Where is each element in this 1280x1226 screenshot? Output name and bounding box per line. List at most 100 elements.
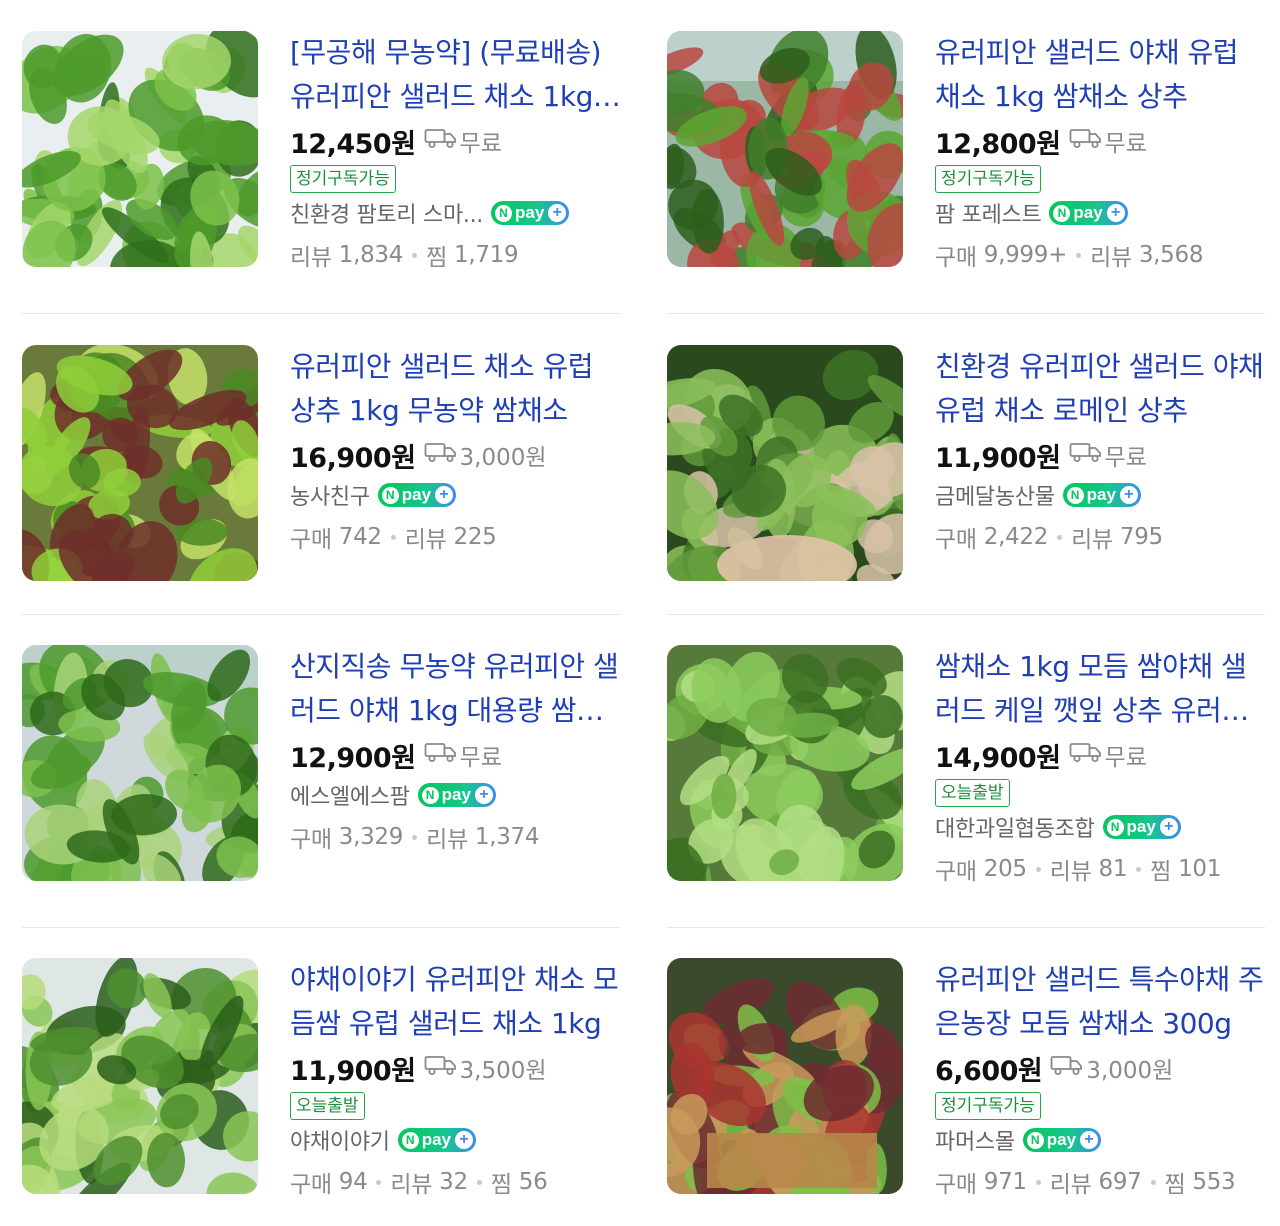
product-card[interactable]: 야채이야기 유러피안 채소 모듬쌈 유럽 샐러드 채소 1kg 11,900원 3,… [22, 958, 620, 1208]
product-card[interactable]: 유러피안 샐러드 채소 유럽 상추 1kg 무농약 쌈채소 16,900원 3,00… [22, 345, 620, 615]
stat-value: 3,568 [1138, 242, 1204, 268]
separator-dot [412, 834, 418, 840]
product-image[interactable] [22, 645, 258, 881]
truck-icon [424, 740, 460, 770]
stat-value: 697 [1098, 1169, 1142, 1195]
seller-name[interactable]: 파머스몰 [935, 1124, 1015, 1156]
product-card[interactable]: 유러피안 샐러드 야채 유럽 채소 1kg 쌈채소 상추 12,800원 무료 정기구… [667, 31, 1265, 314]
product-info: 유러피안 샐러드 야채 유럽 채소 1kg 쌈채소 상추 12,800원 무료 정기구… [935, 31, 1271, 277]
stat-value: 94 [338, 1169, 368, 1195]
product-info: 쌈채소 1kg 모듬 쌈야채 샐러드 케일 깻잎 상추 유러피안 14,900원 무… [935, 645, 1271, 891]
stat-value: 1,374 [474, 824, 540, 850]
stat-value: 56 [518, 1169, 548, 1195]
separator-dot [1076, 252, 1082, 258]
npay-n-icon: N [1106, 818, 1124, 836]
stat-label: 리뷰 [1090, 245, 1132, 271]
product-image[interactable] [667, 958, 903, 1194]
product-price: 16,900원 [290, 442, 416, 474]
separator-dot [390, 534, 396, 540]
product-info: 유러피안 샐러드 채소 유럽 상추 1kg 무농약 쌈채소 16,900원 3,00… [290, 345, 626, 559]
shipping-info: 3,000원 [424, 438, 547, 472]
product-card[interactable]: [무공해 무농약] (무료배송) 유러피안 샐러드 채소 1kg 쌈채소12,4… [22, 31, 620, 314]
product-title[interactable]: 유러피안 샐러드 특수야채 주은농장 모듬 쌈채소 300g [935, 958, 1271, 1046]
product-stats: 구매 205 리뷰 81 찜 101 [935, 847, 1271, 891]
shipping-info: 무료 [1069, 738, 1147, 772]
product-badge: 정기구독가능 [290, 165, 396, 193]
seller-row: 팜 포레스트 Npay + [935, 193, 1271, 233]
seller-name[interactable]: 금메달농산물 [935, 479, 1055, 511]
shipping-fee: 무료 [1104, 745, 1147, 771]
product-image[interactable] [22, 345, 258, 581]
seller-name[interactable]: 친환경 팜토리 스마... [290, 197, 483, 229]
npay-icon[interactable]: Npay + [1022, 1128, 1102, 1152]
product-image[interactable] [667, 31, 903, 267]
stat-label: 찜 [426, 245, 447, 271]
product-badge: 정기구독가능 [935, 165, 1041, 193]
npay-icon[interactable]: Npay + [397, 1128, 476, 1152]
npay-n-icon: N [1026, 1131, 1044, 1149]
stat-label: 구매 [290, 1172, 332, 1198]
product-price: 11,900원 [935, 442, 1061, 474]
product-image[interactable] [22, 31, 258, 267]
product-card[interactable]: 쌈채소 1kg 모듬 쌈야채 샐러드 케일 깻잎 상추 유러피안14,900원무… [667, 645, 1265, 928]
product-title[interactable]: 쌈채소 1kg 모듬 쌈야채 샐러드 케일 깻잎 상추 유러피안 [935, 645, 1271, 733]
product-title[interactable]: 유러피안 샐러드 야채 유럽 채소 1kg 쌈채소 상추 [935, 31, 1271, 119]
seller-name[interactable]: 에스엘에스팜 [290, 779, 410, 811]
npay-icon[interactable]: Npay + [417, 783, 496, 807]
stat-value: 205 [983, 856, 1027, 882]
stat-label: 찜 [1150, 859, 1172, 885]
shipping-info: 무료 [424, 124, 502, 158]
stat-label: 찜 [490, 1172, 512, 1198]
stat-value: 9,999+ [983, 242, 1068, 268]
npay-label: pay [1046, 1130, 1077, 1149]
stat-label: 구매 [290, 527, 332, 553]
seller-name[interactable]: 야채이야기 [290, 1124, 390, 1156]
stat-label: 리뷰 [426, 827, 468, 853]
stat-value: 742 [338, 524, 382, 550]
product-stats: 구매 742 리뷰 225 [290, 515, 626, 559]
separator-dot [476, 1179, 482, 1185]
product-price: 12,800원 [935, 128, 1061, 160]
product-info: 유러피안 샐러드 특수야채 주은농장 모듬 쌈채소 300g 6,600원 3,00… [935, 958, 1271, 1204]
product-image[interactable] [667, 645, 903, 881]
npay-icon[interactable]: Npay + [377, 483, 457, 507]
truck-icon [424, 1053, 460, 1083]
product-title[interactable]: 유러피안 샐러드 채소 유럽 상추 1kg 무농약 쌈채소 [290, 345, 626, 433]
npay-label: pay [515, 203, 545, 222]
stat-value: 971 [983, 1169, 1027, 1195]
product-stats: 구매 2,422 리뷰 795 [935, 515, 1271, 559]
separator-dot [1057, 534, 1063, 540]
npay-n-icon: N [421, 786, 439, 804]
shipping-info: 3,000원 [1050, 1051, 1173, 1085]
npay-icon[interactable]: Npay + [1102, 815, 1181, 839]
product-title[interactable]: 야채이야기 유러피안 채소 모듬쌈 유럽 샐러드 채소 1kg [290, 958, 626, 1046]
npay-label: pay [441, 785, 471, 804]
npay-label: pay [401, 485, 432, 504]
npay-n-icon: N [495, 204, 512, 222]
npay-icon[interactable]: Npay + [1062, 483, 1141, 507]
product-card[interactable]: 산지직송 무농약 유러피안 샐러드 야채 1kg 대용량 쌈채소12,900원무… [22, 645, 620, 928]
product-image[interactable] [22, 958, 258, 1194]
npay-plus-icon: + [1106, 204, 1125, 222]
product-badge: 오늘출발 [935, 779, 1010, 807]
npay-icon[interactable]: Npay + [1049, 201, 1128, 225]
seller-name[interactable]: 대한과일협동조합 [935, 811, 1095, 843]
product-title[interactable]: 산지직송 무농약 유러피안 샐러드 야채 1kg 대용량 쌈채소 [290, 645, 626, 733]
seller-name[interactable]: 농사친구 [290, 479, 370, 511]
price-row: 16,900원 3,000원 [290, 435, 626, 475]
product-image[interactable] [667, 345, 903, 581]
stat-value: 1,719 [454, 242, 519, 268]
npay-plus-icon: + [455, 1131, 473, 1149]
product-title[interactable]: 친환경 유러피안 샐러드 야채 유럽 채소 로메인 상추 [935, 345, 1271, 433]
seller-name[interactable]: 팜 포레스트 [935, 197, 1041, 229]
product-card[interactable]: 친환경 유러피안 샐러드 야채 유럽 채소 로메인 상추 11,900원 무료 금메달… [667, 345, 1265, 615]
npay-icon[interactable]: Npay + [491, 201, 570, 225]
seller-row: 에스엘에스팜 Npay + [290, 775, 626, 815]
product-card[interactable]: 유러피안 샐러드 특수야채 주은농장 모듬 쌈채소 300g 6,600원 3,00… [667, 958, 1265, 1208]
price-row: 12,900원 무료 [290, 735, 626, 775]
seller-row: 대한과일협동조합 Npay + [935, 807, 1271, 847]
price-row: 11,900원 무료 [935, 435, 1271, 475]
product-title[interactable]: [무공해 무농약] (무료배송) 유러피안 샐러드 채소 1kg 쌈채소 [290, 31, 626, 119]
product-info: 산지직송 무농약 유러피안 샐러드 야채 1kg 대용량 쌈채소 12,900원 무… [290, 645, 626, 859]
separator-dot [1035, 866, 1041, 872]
